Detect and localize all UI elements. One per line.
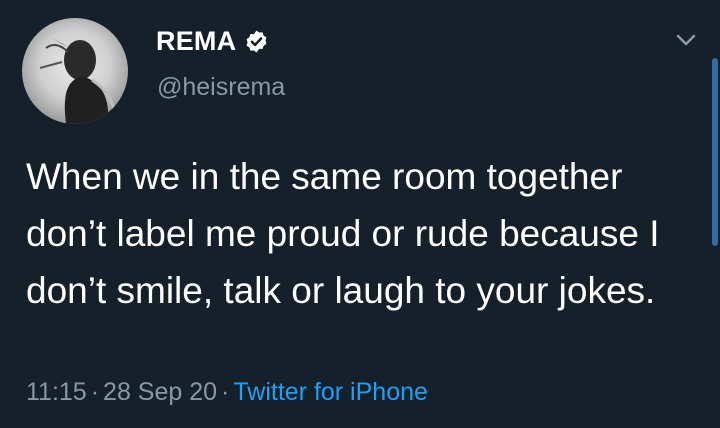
- avatar-image: [39, 38, 116, 124]
- tweet-date[interactable]: 28 Sep 20: [103, 378, 217, 406]
- verified-badge-icon: [244, 29, 269, 54]
- tweet-meta: 11:15 · 28 Sep 20 · Twitter for iPhone: [26, 378, 428, 407]
- tweet-text: When we in the same room together don’t …: [26, 156, 660, 311]
- meta-separator: ·: [90, 378, 100, 406]
- tweet-card: REMA @heisrema When we in the same room …: [0, 0, 720, 428]
- scrollbar[interactable]: [712, 58, 718, 246]
- tweet-source-link[interactable]: Twitter for iPhone: [233, 378, 428, 406]
- display-name[interactable]: REMA: [156, 26, 236, 57]
- tweet-time[interactable]: 11:15: [26, 378, 87, 406]
- chevron-down-icon[interactable]: [672, 26, 700, 54]
- meta-separator: ·: [221, 378, 230, 406]
- author-handle[interactable]: @heisrema: [157, 73, 285, 102]
- avatar[interactable]: [22, 18, 128, 124]
- author-name-row[interactable]: REMA: [156, 24, 269, 58]
